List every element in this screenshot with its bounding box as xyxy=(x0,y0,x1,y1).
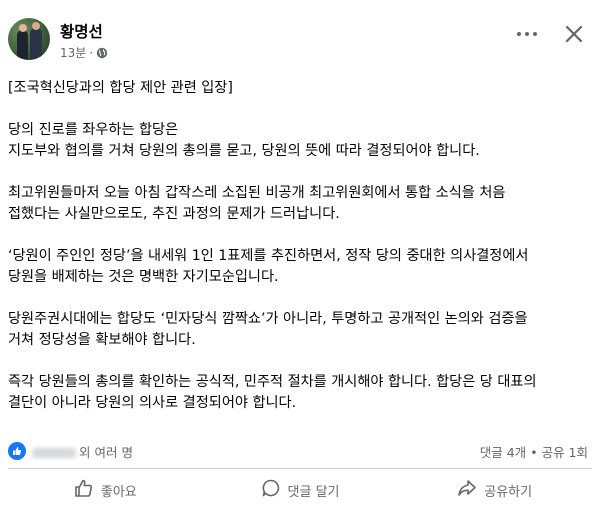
reactions-bar: 외 여러 명 댓글 4개 • 공유 1회 xyxy=(8,441,588,461)
engagement-counts: 댓글 4개 • 공유 1회 xyxy=(479,444,588,460)
action-bar: 좋아요 댓글 달기 공유하기 xyxy=(8,472,592,508)
post-card: 황명선 13분 · [조국혁신당과의 합당 제안 관련 입장] 당의 진로를 좌… xyxy=(0,0,600,513)
post-time[interactable]: 13분 xyxy=(60,44,86,61)
post-line: 거쳐 정당성을 확보해야 합니다. xyxy=(8,332,196,348)
share-button[interactable]: 공유하기 xyxy=(397,472,592,508)
comment-count[interactable]: 댓글 4개 xyxy=(480,445,526,460)
like-label: 좋아요 xyxy=(100,484,137,500)
divider xyxy=(8,468,592,469)
like-icon[interactable] xyxy=(8,442,26,460)
post-line: 지도부와 협의를 거쳐 당원의 총의를 묻고, 당원의 뜻에 따라 결정되어야 … xyxy=(8,143,480,159)
post-line: 당원을 배제하는 것은 명백한 자기모순입니다. xyxy=(8,269,279,285)
author-name[interactable]: 황명선 xyxy=(60,20,103,42)
comment-icon xyxy=(261,478,281,502)
reaction-names[interactable]: 외 여러 명 xyxy=(32,442,133,461)
post-header: 황명선 13분 · xyxy=(8,14,592,64)
post-line: [조국혁신당과의 합당 제안 관련 입장] xyxy=(8,80,233,96)
comment-button[interactable]: 댓글 달기 xyxy=(203,472,398,508)
globe-icon xyxy=(96,47,108,59)
comment-label: 댓글 달기 xyxy=(287,484,340,500)
post-line: 즉각 당원들의 총의를 확인하는 공식적, 민주적 절차를 개시해야 합니다. … xyxy=(8,374,537,390)
like-button[interactable]: 좋아요 xyxy=(8,472,203,508)
share-label: 공유하기 xyxy=(484,484,533,500)
post-meta: 13분 · xyxy=(60,44,108,61)
post-line: ‘당원이 주인인 정당’을 내세워 1인 1표제를 추진하면서, 정작 당의 중… xyxy=(8,248,529,264)
share-count[interactable]: 공유 1회 xyxy=(542,445,588,460)
more-options-icon[interactable] xyxy=(512,22,542,46)
post-line: 접했다는 사실만으로도, 추진 과정의 문제가 드러납니다. xyxy=(8,206,340,222)
post-line: 당의 진로를 좌우하는 합당은 xyxy=(8,122,179,138)
post-body: [조국혁신당과의 합당 제안 관련 입장] 당의 진로를 좌우하는 합당은 지도… xyxy=(8,78,580,414)
post-line: 결단이 아니라 당원의 의사로 결정되어야 합니다. xyxy=(8,395,297,411)
avatar[interactable] xyxy=(8,18,50,60)
close-icon[interactable] xyxy=(558,18,590,50)
thumbs-up-icon xyxy=(74,478,94,502)
share-icon xyxy=(457,478,477,502)
post-line: 당원주권시대에는 합당도 ‘민자당식 깜짝쇼’가 아니라, 투명하고 공개적인 … xyxy=(8,311,528,327)
post-line: 최고위원들마저 오늘 아침 갑작스레 소집된 비공개 최고위원회에서 통합 소식… xyxy=(8,185,506,201)
